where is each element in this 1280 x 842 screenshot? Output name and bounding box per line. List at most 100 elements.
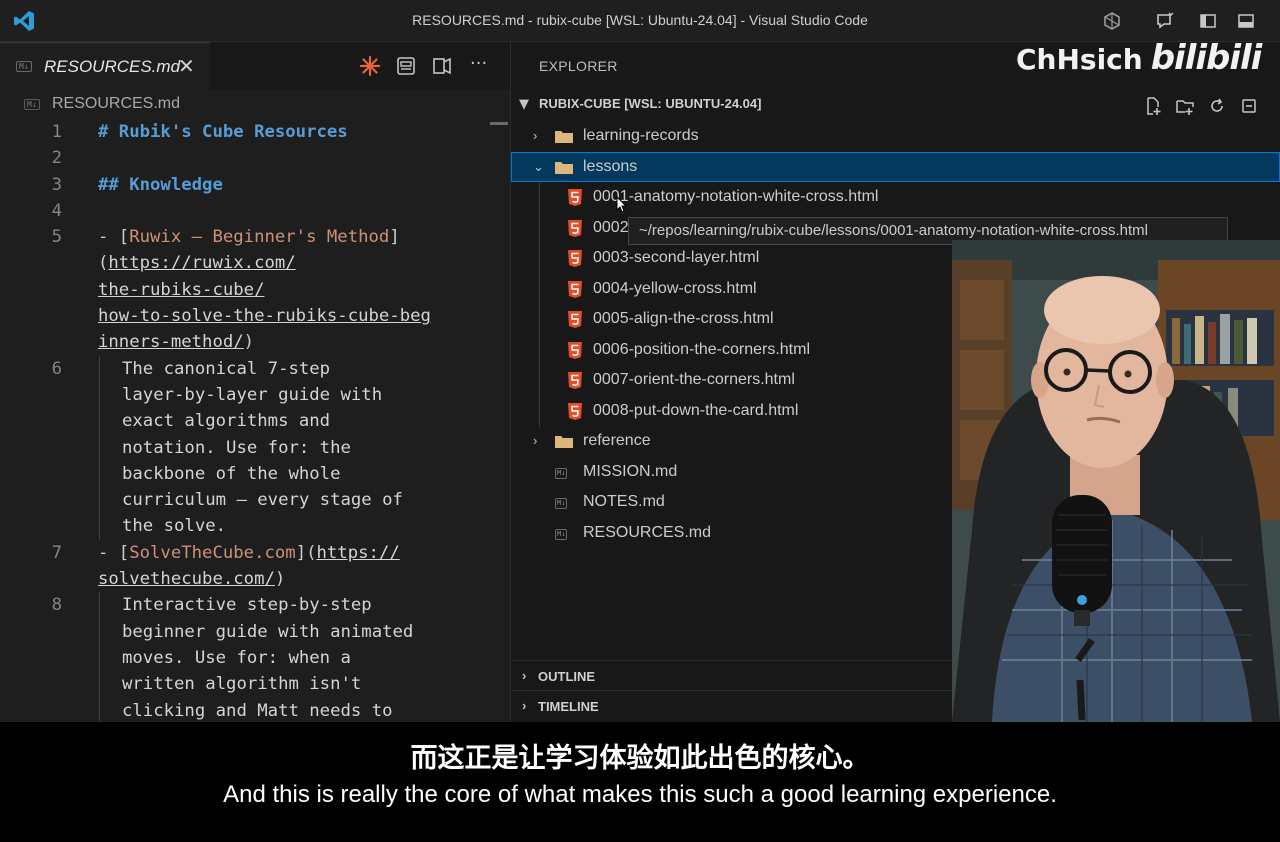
presenter-video-image — [952, 240, 1280, 722]
refresh-icon[interactable] — [1207, 96, 1227, 116]
copilot-spark-icon[interactable] — [358, 54, 382, 78]
layout-sidebar-icon[interactable] — [1198, 11, 1218, 31]
tree-item[interactable]: M↓ NOTES.md — [511, 487, 951, 518]
chevron-down-icon[interactable]: ⌄ — [533, 152, 544, 183]
tree-item[interactable]: 0001-anatomy-notation-white-cross.html — [511, 182, 951, 213]
code-link[interactable]: https://ruwix.com/ — [108, 253, 295, 273]
open-preview-to-side-icon[interactable] — [430, 54, 454, 78]
code-link[interactable]: the-rubiks-cube/ — [98, 280, 264, 300]
line-number: 2 — [51, 148, 62, 169]
tree-item[interactable]: 0004-yellow-cross.html — [511, 274, 951, 305]
code-link[interactable]: how-to-solve-the-rubiks-cube-beg — [98, 306, 431, 326]
subtitle-chinese: 而这正是让学习体验如此出色的核心。 — [410, 743, 870, 774]
line-number: 4 — [51, 200, 62, 221]
code-line: how-to-solve-the-rubiks-cube-beg — [0, 303, 510, 329]
code-line: the solve. — [0, 513, 510, 540]
code-token: backbone of the whole — [122, 463, 341, 484]
markdown-icon: M↓ — [555, 528, 568, 540]
code-line: clicking and Matt needs to — [0, 697, 510, 724]
line-text: backbone of the whole — [122, 461, 341, 487]
timeline-section[interactable]: › TIMELINE — [510, 690, 952, 720]
indent-guide — [99, 618, 100, 645]
code-editor[interactable]: 1 # Rubik's Cube Resources 2 3 ## Knowledge 4… — [0, 119, 510, 724]
new-folder-icon[interactable] — [1175, 96, 1195, 116]
line-text: beginner guide with animated — [122, 619, 413, 645]
more-actions-button[interactable]: ··· — [470, 53, 487, 74]
indent-guide — [99, 592, 100, 619]
code-token: exact algorithms and — [122, 411, 331, 432]
line-text: how-to-solve-the-rubiks-cube-beg — [98, 303, 431, 329]
code-link[interactable]: solvethecube.com/ — [98, 569, 275, 589]
copilot-icon[interactable] — [1102, 11, 1122, 31]
html5-icon — [568, 402, 582, 420]
subtitle-bar: 而这正是让学习体验如此出色的核心。 And this is really the… — [0, 722, 1280, 842]
tree-item[interactable]: 0003-second-layer.html — [511, 243, 951, 274]
chevron-down-icon[interactable]: ▼ — [519, 97, 529, 112]
code-token: - [ — [98, 542, 130, 563]
code-line: the-rubiks-cube/ — [0, 277, 510, 303]
html5-icon — [568, 189, 582, 206]
window-title: RESOURCES.md - rubix-cube [WSL: Ubuntu-2… — [412, 12, 868, 28]
code-line: 3 ## Knowledge — [0, 172, 510, 198]
chevron-right-icon[interactable]: › — [533, 426, 537, 457]
open-preview-icon[interactable] — [394, 54, 418, 78]
code-token: ]( — [295, 542, 317, 563]
markdown-icon: M↓ — [16, 61, 32, 72]
tree-item[interactable]: › learning-records — [511, 121, 951, 152]
code-token: clicking and Matt needs to — [122, 700, 393, 721]
new-file-icon[interactable] — [1143, 96, 1163, 116]
code-link[interactable]: https:// — [317, 543, 400, 563]
tree-item-label: lessons — [583, 157, 638, 175]
code-link[interactable]: inners-method/ — [98, 332, 244, 352]
code-line: 2 — [0, 145, 510, 171]
markdown-icon: M↓ — [24, 99, 40, 110]
line-text: curriculum — every stage of — [122, 487, 403, 513]
tree-item[interactable]: ⌄ lessons — [511, 151, 1280, 183]
collapse-all-icon[interactable] — [1239, 96, 1259, 116]
chat-icon[interactable] — [1155, 11, 1175, 31]
code-line: backbone of the whole — [0, 460, 510, 488]
tab-label: RESOURCES.md — [44, 57, 181, 76]
close-tab-button[interactable]: ✕ — [178, 54, 195, 78]
code-line: moves. Use for: when a — [0, 644, 510, 672]
tree-item[interactable]: 0007-orient-the-corners.html — [511, 365, 951, 396]
indent-guide — [99, 644, 100, 672]
code-line: (https://ruwix.com/ — [0, 250, 510, 276]
tree-item[interactable]: M↓ MISSION.md — [511, 457, 951, 488]
code-token: the solve. — [122, 516, 227, 537]
tree-item-label: 0001-anatomy-notation-white-cross.html — [593, 188, 879, 205]
webcam-overlay — [952, 240, 1280, 722]
line-text: notation. Use for: the — [122, 435, 351, 461]
line-text: ## Knowledge — [98, 172, 223, 198]
tree-item[interactable]: 0006-position-the-corners.html — [511, 335, 951, 366]
tree-item[interactable]: 0008-put-down-the-card.html — [511, 396, 951, 427]
tree-item[interactable]: › reference — [511, 426, 951, 457]
tree-item[interactable]: 0005-align-the-cross.html — [511, 304, 951, 335]
folder-icon — [555, 131, 573, 143]
tab-resources-md[interactable]: M↓ RESOURCES.md ✕ — [0, 42, 210, 90]
chevron-right-icon[interactable]: › — [533, 121, 537, 152]
code-line: 6 The canonical 7-step — [0, 355, 510, 382]
indent-guide — [99, 381, 100, 409]
code-line: 5 - [Ruwix — Beginner's Method] — [0, 224, 510, 250]
layout-panel-icon[interactable] — [1236, 11, 1256, 31]
workspace-section-header[interactable]: RUBIX-CUBE [WSL: UBUNTU-24.04] — [539, 96, 761, 111]
html5-icon — [568, 250, 582, 267]
line-number: 1 — [51, 122, 62, 142]
outline-section[interactable]: › OUTLINE — [510, 660, 952, 690]
tree-item-label: reference — [583, 432, 651, 449]
code-token: written algorithm isn't — [122, 674, 362, 695]
indent-guide — [99, 460, 100, 488]
tree-item[interactable]: M↓ RESOURCES.md — [511, 518, 951, 549]
breadcrumb-file[interactable]: RESOURCES.md — [52, 95, 180, 113]
code-token: Ruwix — Beginner's Method — [129, 227, 390, 248]
line-text: The canonical 7-step — [122, 356, 330, 382]
folder-open-icon — [555, 161, 573, 174]
html5-icon — [568, 311, 582, 328]
line-text: written algorithm isn't — [122, 671, 361, 697]
line-number: 8 — [51, 595, 62, 616]
markdown-icon: M↓ — [555, 467, 568, 479]
folder-icon — [555, 436, 573, 448]
code-line: 7 - [SolveTheCube.com](https:// — [0, 540, 510, 566]
html5-icon — [568, 341, 582, 359]
